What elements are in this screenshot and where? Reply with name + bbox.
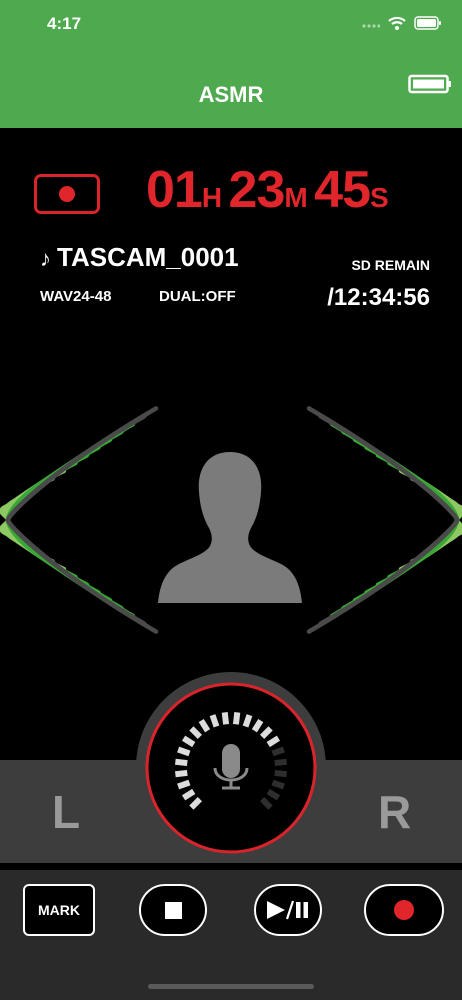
file-format: WAV24-48: [40, 288, 112, 305]
knob-tick-3: [175, 769, 188, 778]
meter-arc-12: [5, 406, 159, 634]
record-dot-icon: [59, 186, 75, 202]
meter-arc-12: [306, 406, 460, 634]
meter-arc-7: [364, 445, 460, 595]
meter-arc-10: [329, 421, 460, 619]
dual-setting: DUAL:OFF: [159, 288, 236, 305]
play-pause-icon: [267, 900, 308, 920]
music-note-icon: ♪: [40, 246, 51, 271]
knob-tick-5: [177, 746, 191, 757]
stop-button[interactable]: [139, 884, 207, 936]
recording-indicator: [34, 174, 100, 214]
left-channel-label: L: [52, 786, 81, 838]
mark-button[interactable]: MARK: [23, 884, 95, 936]
app-header: ASMR: [0, 60, 462, 128]
record-icon: [394, 900, 414, 920]
sd-remain-label: SD REMAIN: [351, 257, 430, 273]
right-channel-label: R: [378, 786, 412, 838]
wifi-icon: [388, 16, 406, 30]
meter-arc-6: [375, 452, 460, 588]
knob-tick-17: [274, 758, 287, 767]
meter-arc-6: [5, 452, 90, 588]
knob-tick-2: [177, 779, 191, 790]
meter-arc-8: [352, 437, 460, 603]
knob-tick-4: [175, 758, 188, 767]
knob-tick-10: [221, 712, 230, 725]
sd-remain-value: /12:34:56: [327, 284, 430, 311]
knob-tick-9: [209, 714, 220, 728]
timer-seconds: 45: [314, 161, 371, 219]
file-name-text: TASCAM_0001: [57, 242, 239, 272]
meter-arc-8: [5, 437, 113, 603]
home-indicator: [148, 984, 314, 989]
meter-arc-9: [5, 429, 124, 611]
meter-arc-11: [318, 413, 460, 627]
meter-arc-7: [5, 445, 101, 595]
knob-tick-16: [271, 746, 285, 757]
timer-seconds-unit: S: [370, 182, 389, 213]
status-time: 4:17: [47, 14, 82, 33]
meter-arc-10: [5, 421, 136, 619]
knob-tick-18: [274, 769, 287, 778]
play-pause-button[interactable]: [254, 884, 322, 936]
listener-head-icon: [158, 452, 302, 603]
input-level-knob[interactable]: [145, 682, 317, 854]
knob-tick-12: [242, 714, 253, 728]
timer-minutes: 23: [228, 161, 286, 219]
timer-hours-unit: H: [201, 182, 223, 213]
stop-icon: [164, 901, 182, 919]
timer-hours: 01: [146, 161, 203, 219]
elapsed-timer: 01H 23M 45S: [146, 160, 391, 220]
knob-tick-19: [271, 779, 285, 790]
meter-arc-11: [5, 413, 147, 627]
status-icons: [362, 16, 442, 30]
meter-arc-9: [341, 429, 460, 611]
left-level-meter: [0, 406, 159, 634]
battery-icon: [414, 16, 441, 30]
status-bar: 4:17: [0, 0, 462, 60]
record-button[interactable]: [364, 884, 444, 936]
right-level-meter: [306, 406, 462, 634]
timer-minutes-unit: M: [284, 182, 308, 213]
signal-icon: [362, 24, 380, 28]
file-name: ♪ TASCAM_0001: [40, 242, 239, 273]
page-title: ASMR: [198, 82, 264, 107]
knob-tick-11: [232, 712, 241, 725]
device-battery-icon: [408, 74, 451, 94]
